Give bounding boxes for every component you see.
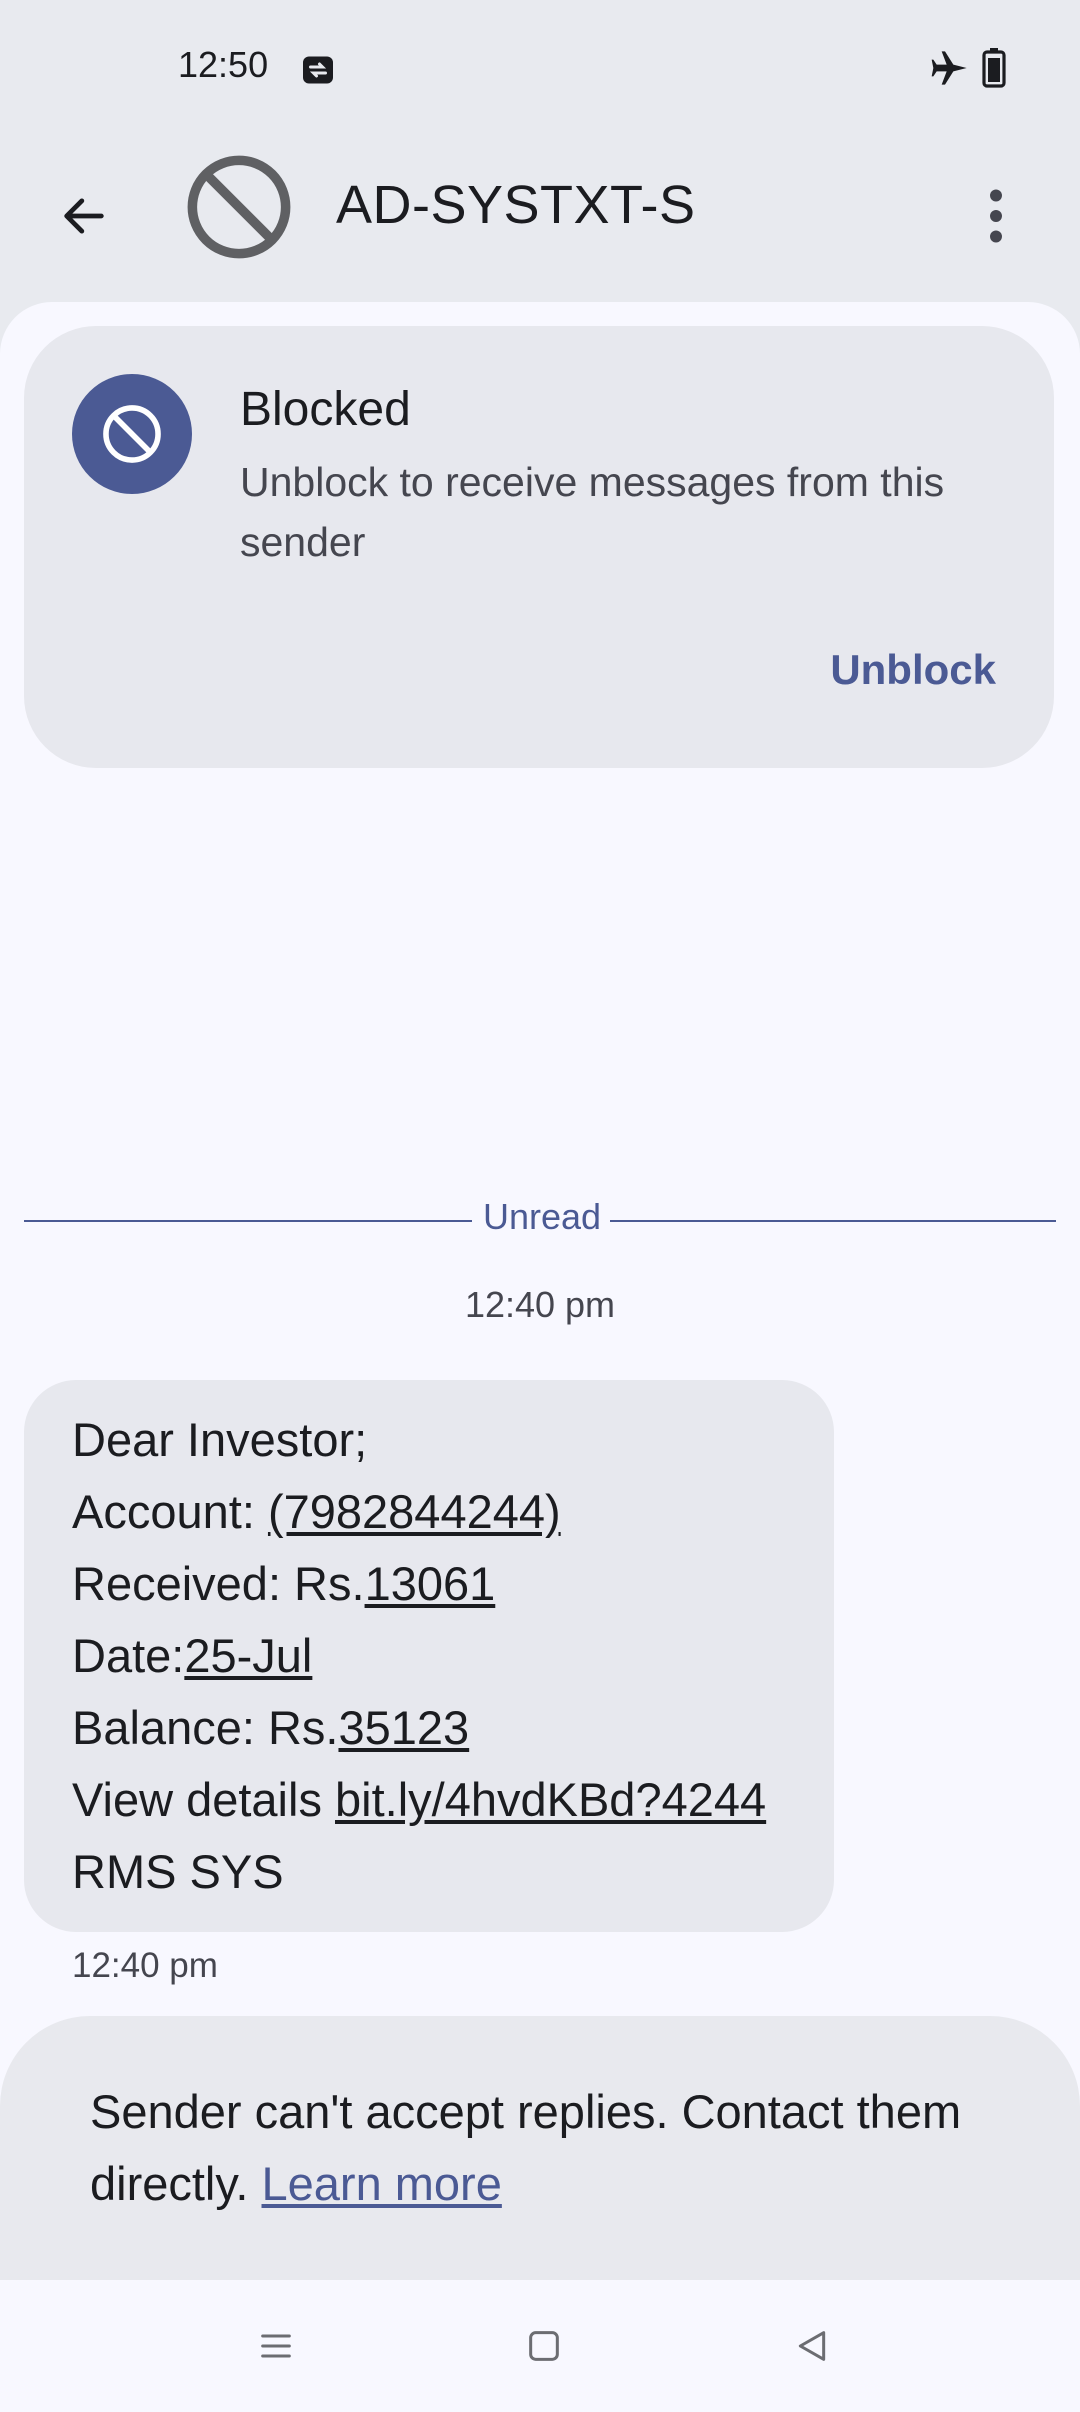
status-time: 12:50 (178, 44, 269, 85)
home-icon (529, 2331, 559, 2361)
contact-title: AD-SYSTXT-S (336, 175, 696, 235)
reply-notice-text: Sender can't accept replies. Contact the… (90, 2085, 962, 2210)
message-line-account: Account: (7982844244) (72, 1476, 766, 1548)
conversation-content: Blocked Unblock to receive messages from… (0, 302, 1080, 2280)
data-saver-icon (303, 56, 333, 84)
status-bar: 12:50 (0, 0, 1080, 140)
account-number-link[interactable]: (7982844244) (268, 1485, 561, 1538)
back-nav-button[interactable] (782, 2316, 842, 2376)
battery-icon (982, 48, 1006, 88)
message-line-received: Received: Rs.13061 (72, 1548, 766, 1620)
balance-label: Balance: Rs. (72, 1701, 339, 1754)
message-timestamp: 12:40 pm (72, 1946, 218, 1985)
block-icon (72, 374, 192, 494)
message-bubble[interactable]: Dear Investor; Account: (7982844244) Rec… (24, 1380, 834, 1932)
received-amount-link[interactable]: 13061 (365, 1557, 496, 1610)
more-options-button[interactable] (966, 176, 1026, 256)
message-line-details: View details bit.ly/4hvdKBd?4244 (72, 1764, 766, 1836)
message-line-date: Date:25-Jul (72, 1620, 766, 1692)
divider-line-left (24, 1220, 472, 1222)
divider-line-right (610, 1220, 1056, 1222)
message-date-header: 12:40 pm (464, 1284, 616, 1325)
recents-icon (261, 2334, 291, 2358)
conversation-header: AD-SYSTXT-S (0, 140, 1080, 300)
back-triangle-icon (798, 2331, 826, 2361)
balance-amount-link[interactable]: 35123 (338, 1701, 469, 1754)
unblock-button[interactable]: Unblock (830, 646, 996, 694)
unread-label: Unread (482, 1196, 602, 1237)
recents-button[interactable] (246, 2316, 306, 2376)
details-url-link[interactable]: bit.ly/4hvdKBd?4244 (335, 1773, 766, 1826)
back-button[interactable] (44, 176, 124, 256)
arrow-left-icon (64, 198, 104, 234)
blocked-banner: Blocked Unblock to receive messages from… (24, 326, 1054, 768)
received-label: Received: Rs. (72, 1557, 365, 1610)
message-line-balance: Balance: Rs.35123 (72, 1692, 766, 1764)
message-line-greeting: Dear Investor; (72, 1413, 368, 1466)
airplane-icon (931, 51, 967, 85)
details-label: View details (72, 1773, 335, 1826)
message-line-signature: RMS SYS (72, 1845, 284, 1898)
date-label: Date: (72, 1629, 185, 1682)
message-body: Dear Investor; Account: (7982844244) Rec… (72, 1404, 766, 1908)
blocked-title: Blocked (240, 383, 411, 436)
more-vertical-icon (990, 189, 1002, 243)
date-link[interactable]: 25-Jul (184, 1629, 312, 1682)
reply-notice-panel: Sender can't accept replies. Contact the… (0, 2016, 1080, 2280)
reply-notice: Sender can't accept replies. Contact the… (90, 2076, 990, 2220)
account-label: Account: (72, 1485, 268, 1538)
blocked-avatar-icon[interactable] (186, 154, 292, 260)
learn-more-link[interactable]: Learn more (262, 2157, 502, 2210)
home-button[interactable] (514, 2316, 574, 2376)
blocked-description: Unblock to receive messages from this se… (240, 459, 945, 565)
system-nav-bar (0, 2280, 1080, 2412)
unread-divider: Unread (24, 1196, 1056, 1246)
